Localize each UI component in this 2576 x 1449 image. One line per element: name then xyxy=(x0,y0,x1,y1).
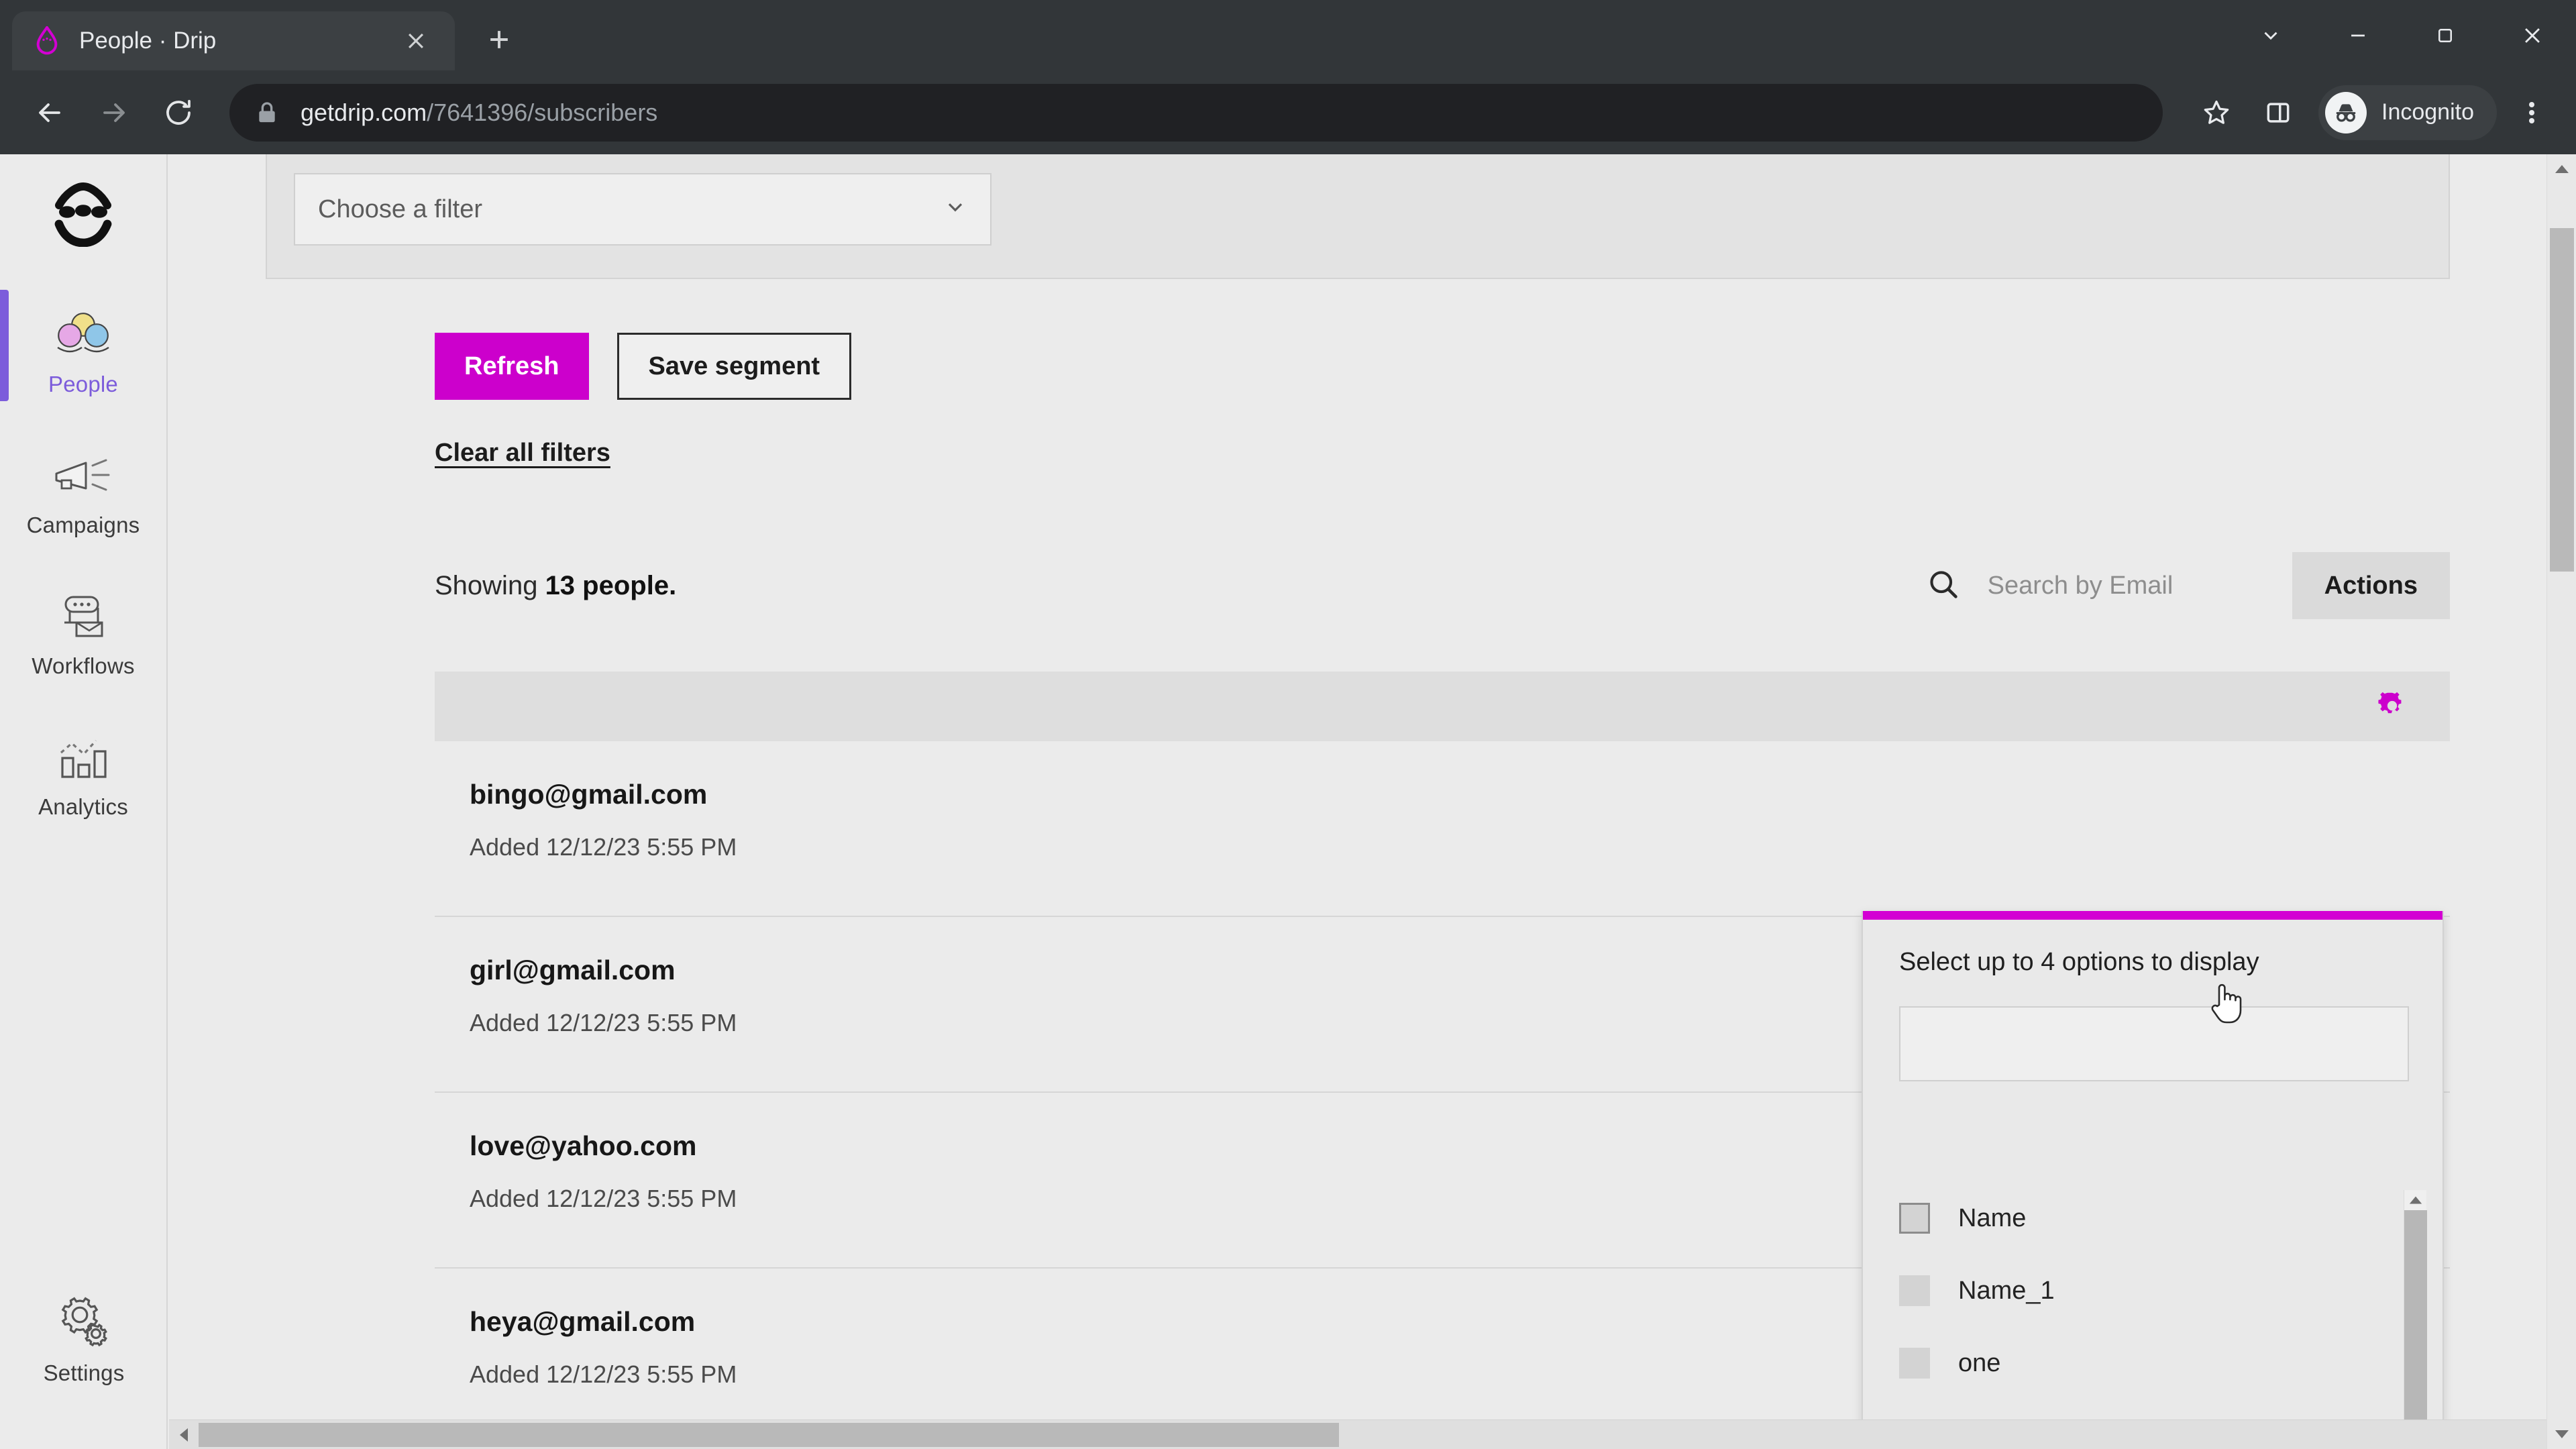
results-header: Showing 13 people. Actions xyxy=(435,552,2450,619)
arrow-right-icon[interactable] xyxy=(82,80,146,145)
sidebar-item-people[interactable]: People xyxy=(0,275,166,416)
page-horizontal-scrollbar[interactable] xyxy=(169,1419,2546,1449)
minimize-icon[interactable] xyxy=(2314,0,2402,70)
sidebar-item-label: Campaigns xyxy=(26,513,140,537)
column-picker-scrollbar[interactable] xyxy=(2404,1190,2427,1449)
drip-logo-icon xyxy=(32,26,62,56)
showing-number: 13 people. xyxy=(545,570,677,600)
sidebar-item-workflows[interactable]: Workflows xyxy=(0,557,166,698)
checkbox[interactable] xyxy=(1899,1348,1930,1379)
actions-button[interactable]: Actions xyxy=(2292,552,2450,619)
column-option-one[interactable]: one xyxy=(1863,1327,2443,1399)
column-picker-dropdown: Select up to 4 options to display Name N… xyxy=(1862,911,2444,1449)
window-close-icon[interactable] xyxy=(2489,0,2576,70)
page-vertical-scrollbar[interactable] xyxy=(2546,154,2576,1449)
star-icon[interactable] xyxy=(2186,82,2247,144)
browser-window: People · Drip getdrip.com/7641396/subscr… xyxy=(0,0,2576,1449)
window-controls xyxy=(2227,0,2576,70)
url-text: getdrip.com/7641396/subscribers xyxy=(301,99,657,127)
triangle-left-icon[interactable] xyxy=(169,1420,199,1449)
url-path: /7641396/subscribers xyxy=(427,98,658,126)
column-option-name-1[interactable]: Name_1 xyxy=(1863,1254,2443,1327)
side-panel-icon[interactable] xyxy=(2247,82,2309,144)
close-icon[interactable] xyxy=(397,22,435,60)
filter-actions: Refresh Save segment xyxy=(435,333,2546,400)
results-header-right: Actions xyxy=(1926,552,2450,619)
three-dots-icon[interactable] xyxy=(2505,82,2559,144)
triangle-up-icon[interactable] xyxy=(2547,154,2576,184)
incognito-icon xyxy=(2325,91,2367,133)
maximize-icon[interactable] xyxy=(2402,0,2489,70)
search-icon xyxy=(1926,567,1964,604)
tab-strip: People · Drip xyxy=(0,0,2576,70)
search-box[interactable] xyxy=(1926,567,2269,604)
sidebar-item-campaigns[interactable]: Campaigns xyxy=(0,416,166,557)
sidebar-item-settings[interactable]: Settings xyxy=(0,1264,168,1405)
person-added: Added 12/12/23 5:55 PM xyxy=(470,833,737,861)
page-viewport: People Campaigns Workflows Analytics Set… xyxy=(0,154,2576,1449)
column-picker-options: Name Name_1 one three two xyxy=(1863,1182,2443,1449)
checkbox[interactable] xyxy=(1899,1203,1930,1234)
checkbox[interactable] xyxy=(1899,1275,1930,1306)
save-segment-button[interactable]: Save segment xyxy=(616,333,852,400)
new-tab-button[interactable] xyxy=(472,13,526,66)
scrollbar-thumb[interactable] xyxy=(2404,1210,2427,1449)
incognito-indicator[interactable]: Incognito xyxy=(2318,85,2497,140)
megaphone-icon xyxy=(51,435,115,499)
triangle-up-icon[interactable] xyxy=(2404,1190,2426,1210)
people-icon xyxy=(51,294,115,358)
bar-chart-icon xyxy=(53,716,113,781)
dropdown-accent-bar xyxy=(1863,911,2443,920)
url-host: getdrip.com xyxy=(301,98,427,126)
arrow-left-icon[interactable] xyxy=(17,80,82,145)
filter-select[interactable]: Choose a filter xyxy=(294,173,991,246)
browser-tab[interactable]: People · Drip xyxy=(12,11,455,70)
browser-toolbar: getdrip.com/7641396/subscribers Incognit… xyxy=(0,70,2576,154)
filter-panel: Choose a filter xyxy=(266,154,2450,279)
scrollbar-thumb[interactable] xyxy=(2550,228,2574,572)
scrollbar-thumb[interactable] xyxy=(199,1423,1339,1447)
column-option-name[interactable]: Name xyxy=(1863,1182,2443,1254)
showing-count: Showing 13 people. xyxy=(435,571,676,601)
tab-title: People · Drip xyxy=(79,28,217,54)
sidebar-item-label: Settings xyxy=(43,1360,125,1385)
sidebar-item-label: Analytics xyxy=(38,794,128,819)
drip-face-logo[interactable] xyxy=(0,154,166,275)
sidebar-item-label: Workflows xyxy=(32,653,135,678)
person-email: bingo@gmail.com xyxy=(470,779,708,810)
table-header-row xyxy=(435,672,2450,741)
triangle-down-icon[interactable] xyxy=(2547,1419,2576,1449)
sidebar-item-label: People xyxy=(48,372,118,396)
column-option-label: one xyxy=(1958,1348,2001,1377)
gear-icon[interactable] xyxy=(2375,688,2410,726)
column-picker-search-input[interactable] xyxy=(1899,1006,2409,1081)
column-option-label: Name_1 xyxy=(1958,1276,2055,1305)
lock-icon xyxy=(254,99,280,126)
column-option-label: Name xyxy=(1958,1203,2027,1232)
reload-icon[interactable] xyxy=(146,80,211,145)
clear-all-filters-link[interactable]: Clear all filters xyxy=(435,439,610,468)
table-row[interactable]: bingo@gmail.com Added 12/12/23 5:55 PM xyxy=(435,741,2450,917)
workflow-icon xyxy=(51,576,115,640)
sidebar-item-analytics[interactable]: Analytics xyxy=(0,698,166,839)
gear-icon xyxy=(54,1283,113,1347)
search-input[interactable] xyxy=(1987,571,2269,600)
incognito-label: Incognito xyxy=(2381,99,2474,125)
chevron-down-icon xyxy=(943,195,967,224)
toolbar-right: Incognito xyxy=(2186,82,2559,144)
chevron-down-icon[interactable] xyxy=(2227,0,2314,70)
address-bar[interactable]: getdrip.com/7641396/subscribers xyxy=(229,83,2163,142)
filter-select-placeholder: Choose a filter xyxy=(318,195,483,223)
refresh-button[interactable]: Refresh xyxy=(435,333,589,400)
showing-prefix: Showing xyxy=(435,570,545,600)
column-picker-title: Select up to 4 options to display xyxy=(1899,948,2259,976)
sidebar-nav: People Campaigns Workflows Analytics Set… xyxy=(0,154,168,1449)
